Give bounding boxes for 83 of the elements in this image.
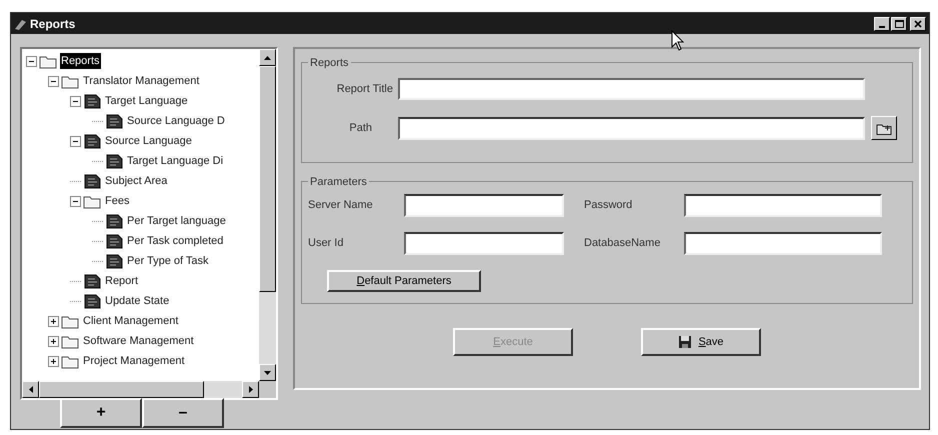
user-id-field[interactable] (404, 232, 564, 255)
tree-item[interactable]: Project Management (82, 352, 186, 370)
default-parameters-button[interactable]: Default Parameters (327, 270, 481, 292)
minimize-button[interactable] (874, 16, 890, 30)
tree-item[interactable]: Translator Management (82, 72, 200, 90)
collapse-toggle[interactable] (70, 136, 81, 146)
window-title: Reports (30, 16, 76, 32)
report-icon (83, 274, 101, 288)
report-icon (83, 174, 101, 188)
up-arrow-icon (264, 56, 271, 60)
plus-icon (50, 358, 57, 364)
remove-button[interactable]: – (142, 398, 224, 428)
report-icon (83, 294, 101, 308)
scroll-thumb[interactable] (259, 66, 276, 292)
report-icon (83, 94, 101, 108)
minimize-icon (879, 26, 885, 28)
tree-item[interactable]: Client Management (82, 312, 180, 330)
horizontal-scrollbar[interactable] (22, 381, 259, 398)
collapse-toggle[interactable] (70, 96, 81, 106)
tree-item[interactable]: Target Language Di (126, 152, 224, 170)
folder-icon (61, 354, 79, 368)
expand-toggle[interactable] (48, 336, 59, 346)
folder-icon (61, 74, 79, 88)
folder-icon (876, 122, 892, 134)
field-label: Report Title (336, 82, 394, 97)
close-button[interactable] (910, 16, 926, 30)
scroll-left-button[interactable] (22, 381, 39, 398)
plus-icon (50, 338, 57, 344)
field-label: Server Name (308, 198, 374, 214)
scroll-thumb[interactable] (39, 381, 204, 398)
collapse-toggle[interactable] (48, 76, 59, 86)
field-label: User Id (308, 236, 344, 252)
tree-item[interactable]: Per Target language (126, 212, 227, 230)
folder-icon (61, 334, 79, 348)
path-field[interactable] (398, 116, 865, 140)
group-title: Reports (308, 55, 351, 72)
collapse-toggle[interactable] (26, 56, 37, 66)
collapse-toggle[interactable] (70, 196, 81, 206)
password-field[interactable] (684, 194, 882, 217)
save-button[interactable]: Save (641, 328, 761, 356)
report-icon (105, 114, 123, 128)
tree-item[interactable]: Reports (60, 52, 101, 70)
report-icon (105, 254, 123, 268)
report-icon (83, 134, 101, 148)
maximize-button[interactable] (891, 16, 907, 30)
report-icon (105, 234, 123, 248)
field-label: Path (348, 120, 373, 136)
tree-item[interactable]: Source Language D (126, 112, 226, 130)
report-icon (105, 154, 123, 168)
server-name-field[interactable] (404, 194, 564, 217)
folder-icon (61, 314, 79, 328)
field-label: Password (584, 198, 634, 214)
tree-item[interactable]: Per Type of Task (126, 252, 210, 270)
down-arrow-icon (264, 370, 271, 374)
tree-item[interactable]: Fees (104, 192, 130, 210)
report-title-field[interactable] (398, 78, 865, 100)
maximize-icon (894, 20, 904, 28)
tree-item[interactable]: Update State (104, 292, 170, 310)
expand-toggle[interactable] (48, 316, 59, 326)
tree-item[interactable]: Subject Area (104, 172, 168, 190)
scroll-right-button[interactable] (242, 381, 259, 398)
folder-icon (83, 194, 101, 208)
database-name-field[interactable] (684, 232, 882, 255)
right-arrow-icon (248, 386, 252, 393)
scrollbar-corner (259, 381, 276, 398)
tree-item[interactable]: Software Management (82, 332, 195, 350)
vertical-scrollbar[interactable] (259, 49, 276, 381)
folder-icon (39, 54, 57, 68)
browse-button[interactable] (871, 116, 897, 140)
add-button[interactable]: + (60, 398, 142, 428)
tree-item[interactable]: Report (104, 272, 140, 290)
report-icon (105, 214, 123, 228)
plus-icon (50, 318, 57, 324)
scroll-up-button[interactable] (259, 49, 276, 66)
field-label: DatabaseName (584, 236, 662, 252)
tree-item[interactable]: Per Task completed (126, 232, 224, 250)
expand-toggle[interactable] (48, 356, 59, 366)
close-icon (914, 20, 922, 28)
tree-item[interactable]: Target Language (104, 92, 189, 110)
left-arrow-icon (28, 386, 32, 393)
tree-item[interactable]: Source Language (104, 132, 193, 150)
cursor-icon (671, 30, 685, 52)
scroll-down-button[interactable] (259, 364, 276, 381)
